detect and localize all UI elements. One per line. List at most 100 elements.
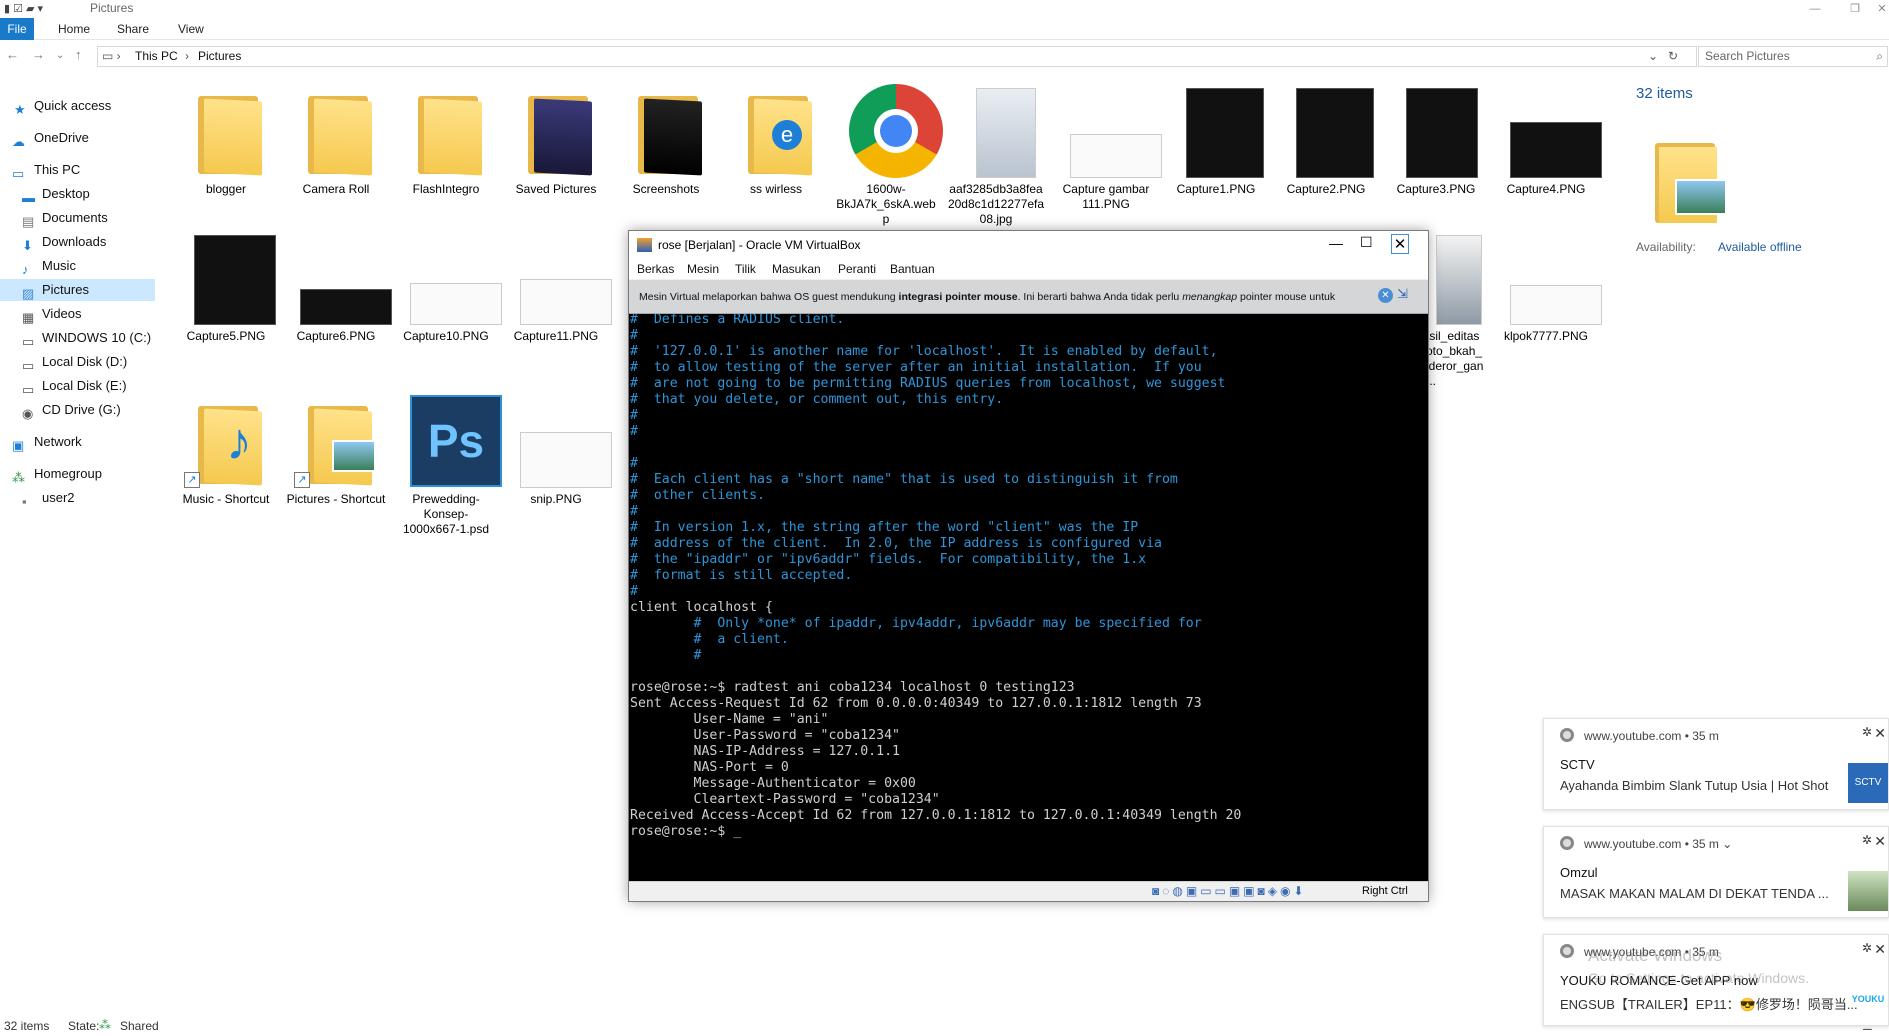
tab-view[interactable]: View <box>168 18 214 40</box>
terminal-line: # to allow testing of the server after a… <box>630 360 1202 375</box>
notice-close-icon[interactable]: ✕ <box>1378 288 1393 303</box>
terminal-line: # Only *one* of ipaddr, ipv4addr, ipv6ad… <box>630 616 1202 631</box>
vbox-device-icons[interactable]: ◙◌◍▣▭▭▣▣◙◈◉⬇ <box>1152 884 1307 898</box>
edge-icon: e <box>772 120 802 150</box>
host-key-label: Right Ctrl <box>1362 885 1408 897</box>
menu-tilik[interactable]: Tilik <box>735 262 756 276</box>
folder-preview-icon <box>1655 143 1735 223</box>
terminal-line: rose@rose:~$ radtest ani coba1234 localh… <box>630 680 1075 695</box>
download-icon: ⬇ <box>22 238 33 253</box>
shortcut-arrow-icon: ↗ <box>294 472 310 488</box>
availability-value: Available offline <box>1718 240 1802 254</box>
cloud-icon: ☁ <box>12 134 25 149</box>
terminal-line: # are not going to be permitting RADIUS … <box>630 376 1226 391</box>
folder-icon <box>186 88 266 180</box>
settings-gear-icon[interactable]: ✲ <box>1862 941 1872 955</box>
desktop-icon: ▬ <box>22 190 35 205</box>
image-thumbnail <box>186 235 276 327</box>
image-thumbnail <box>1066 88 1162 180</box>
menu-berkas[interactable]: Berkas <box>637 262 674 276</box>
quick-access-toolbar-icon[interactable]: ▮ ☑ ▰ ▾ <box>4 2 43 15</box>
terminal-line: # a client. <box>630 632 789 647</box>
notification-card[interactable]: www.youtube.com • 35 m ✲ ✕ SCTV Ayahanda… <box>1543 718 1889 810</box>
address-bar[interactable]: ▭ › This PC › Pictures ⌄ ↻ <box>97 46 1697 67</box>
window-title: Pictures <box>90 1 134 15</box>
sidebar-item-music[interactable]: ♪ Music <box>0 255 155 277</box>
terminal-line: # format is still accepted. <box>630 568 853 583</box>
close-button[interactable]: ✕ <box>1862 0 1889 18</box>
notification-close-icon[interactable]: ✕ <box>1874 833 1886 850</box>
breadcrumb-pictures[interactable]: Pictures <box>198 49 241 63</box>
notification-close-icon[interactable]: ✕ <box>1874 941 1886 958</box>
notification-close-icon[interactable]: ✕ <box>1874 725 1886 742</box>
item-count: 32 items <box>1636 85 1693 102</box>
virtualbox-window: rose [Berjalan] - Oracle VM VirtualBox —… <box>628 230 1429 902</box>
sidebar-item-local-d[interactable]: ▭ Local Disk (D:) <box>0 351 155 373</box>
menu-bantuan[interactable]: Bantuan <box>890 262 935 276</box>
sidebar-item-onedrive[interactable]: ☁ OneDrive <box>0 127 155 149</box>
terminal-line: # <box>630 584 638 599</box>
mouse-integration-icon[interactable]: ⇲ <box>1397 286 1408 302</box>
shortcut-arrow-icon: ↗ <box>184 472 200 488</box>
virtualbox-title-bar: rose [Berjalan] - Oracle VM VirtualBox —… <box>629 231 1428 259</box>
sidebar-item-downloads[interactable]: ⬇ Downloads <box>0 231 155 253</box>
vm-terminal[interactable]: # Define RADIUS clients (usually a NAS, … <box>629 280 1428 881</box>
sidebar-item-user2[interactable]: ▪ user2 <box>0 487 155 509</box>
sidebar-item-quick-access[interactable]: ★ Quick access <box>0 95 155 117</box>
mouse-integration-notice: Mesin Virtual melaporkan bahwa OS guest … <box>629 280 1428 314</box>
status-item-count: 32 items <box>4 1019 50 1033</box>
terminal-line: # <box>630 456 638 471</box>
image-thumbnail <box>516 235 612 327</box>
status-state-label: State: <box>68 1019 100 1033</box>
tab-home[interactable]: Home <box>48 18 100 40</box>
minimize-button[interactable]: — <box>1795 0 1835 18</box>
terminal-line: Cleartext-Password = "coba1234" <box>630 792 940 807</box>
folder-icon <box>626 88 706 180</box>
notification-card[interactable]: www.youtube.com • 35 m ⌄ ✲ ✕ Omzul MASAK… <box>1543 826 1889 918</box>
terminal-line: NAS-IP-Address = 127.0.1.1 <box>630 744 900 759</box>
image-thumbnail <box>296 235 392 327</box>
ribbon-tabs: File Home Share View <box>0 18 1889 40</box>
vbox-close-button[interactable]: ✕ <box>1391 234 1409 254</box>
sidebar-item-desktop[interactable]: ▬ Desktop <box>0 183 155 205</box>
breadcrumb-separator-icon: › <box>185 49 189 63</box>
search-input[interactable]: Search Pictures ⌕ <box>1698 46 1888 67</box>
user-icon: ▪ <box>22 494 27 509</box>
sidebar-item-local-e[interactable]: ▭ Local Disk (E:) <box>0 375 155 397</box>
sidebar-item-documents[interactable]: ▤ Documents <box>0 207 155 229</box>
tab-file[interactable]: File <box>0 18 34 40</box>
menu-peranti[interactable]: Peranti <box>838 262 876 276</box>
landscape-icon <box>332 440 376 472</box>
sidebar-item-cd-drive[interactable]: ◉ CD Drive (G:) <box>0 399 155 421</box>
sidebar-item-videos[interactable]: ▦ Videos <box>0 303 155 325</box>
recent-locations-icon[interactable]: ⌄ <box>56 50 64 61</box>
settings-gear-icon[interactable]: ✲ <box>1862 725 1872 739</box>
sidebar-item-homegroup[interactable]: ⁂ Homegroup <box>0 463 155 485</box>
terminal-line: # <box>630 504 638 519</box>
refresh-icon[interactable]: ↻ <box>1668 49 1678 63</box>
menu-mesin[interactable]: Mesin <box>687 262 719 276</box>
breadcrumb-this-pc[interactable]: This PC <box>135 49 178 63</box>
status-state-value: Shared <box>120 1019 159 1033</box>
sidebar-item-network[interactable]: ▣ Network <box>0 431 155 453</box>
music-note-icon: ♪ <box>226 413 252 471</box>
address-dropdown-icon[interactable]: ⌄ <box>1648 49 1658 63</box>
terminal-line: # <box>630 648 702 663</box>
vbox-minimize-button[interactable]: — <box>1329 235 1343 251</box>
terminal-line: # <box>630 328 638 343</box>
virtualbox-status-bar: ◙◌◍▣▭▭▣▣◙◈◉⬇ Right Ctrl <box>629 881 1428 901</box>
video-thumbnail <box>1848 871 1888 911</box>
settings-gear-icon[interactable]: ✲ <box>1862 833 1872 847</box>
back-icon[interactable]: ← <box>6 47 19 62</box>
chrome-icon <box>846 84 943 180</box>
sidebar-item-windows-c[interactable]: ▭ WINDOWS 10 (C:) <box>0 327 155 349</box>
up-icon[interactable]: ↑ <box>75 47 82 62</box>
forward-icon[interactable]: → <box>32 47 45 62</box>
menu-masukan[interactable]: Masukan <box>772 262 821 276</box>
image-thumbnail <box>1176 88 1264 180</box>
image-thumbnail <box>1396 88 1478 180</box>
sidebar-item-this-pc[interactable]: ▭ This PC <box>0 159 155 181</box>
tab-share[interactable]: Share <box>107 18 159 40</box>
sidebar-item-pictures[interactable]: ▨ Pictures <box>0 279 155 301</box>
vbox-maximize-button[interactable]: ☐ <box>1360 234 1373 251</box>
